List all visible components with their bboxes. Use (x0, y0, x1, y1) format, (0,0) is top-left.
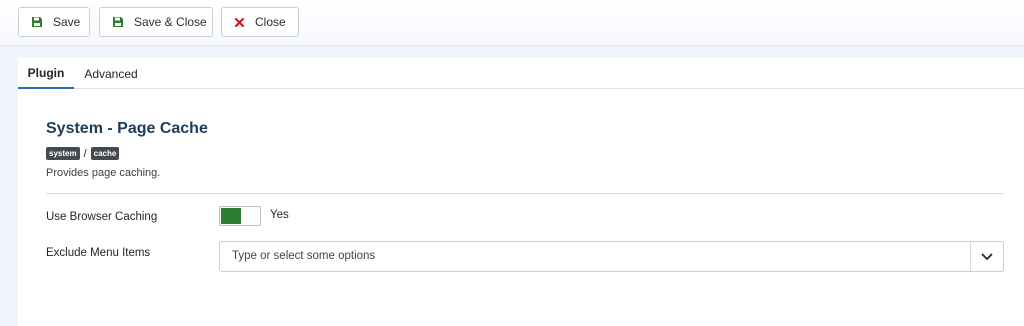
page-title: System - Page Cache (46, 120, 208, 137)
save-button-label: Save (53, 15, 81, 29)
tab-plugin[interactable]: Plugin (18, 58, 74, 89)
tab-advanced[interactable]: Advanced (74, 58, 148, 89)
exclude-menu-select[interactable]: Type or select some options (219, 241, 1004, 272)
dropdown-toggle[interactable] (970, 242, 1003, 271)
browser-caching-value: Yes (270, 209, 289, 221)
element-badge: cache (90, 147, 120, 160)
divider (46, 193, 1004, 194)
browser-caching-toggle[interactable] (219, 206, 261, 226)
exclude-menu-placeholder: Type or select some options (232, 250, 376, 262)
toolbar: Save Save & Close Close (0, 0, 1024, 46)
badge-separator: / (83, 147, 87, 160)
chevron-down-icon (981, 253, 993, 260)
edit-panel: Plugin Advanced System - Page Cache syst… (18, 58, 1024, 326)
folder-badge: system (46, 147, 80, 160)
tab-bar: Plugin Advanced (18, 58, 1024, 89)
floppy-disk-icon (32, 17, 42, 27)
close-button[interactable]: Close (221, 7, 299, 37)
save-button[interactable]: Save (18, 7, 90, 37)
floppy-disk-icon (113, 17, 123, 27)
save-close-button[interactable]: Save & Close (99, 7, 213, 37)
plugin-description: Provides page caching. (46, 167, 161, 179)
plugin-badges: system / cache (46, 147, 120, 160)
toggle-knob (221, 208, 241, 224)
save-close-button-label: Save & Close (134, 15, 207, 29)
exclude-menu-label: Exclude Menu Items (46, 247, 151, 259)
close-button-label: Close (255, 15, 286, 29)
close-x-icon (234, 17, 245, 27)
browser-caching-label: Use Browser Caching (46, 211, 158, 223)
